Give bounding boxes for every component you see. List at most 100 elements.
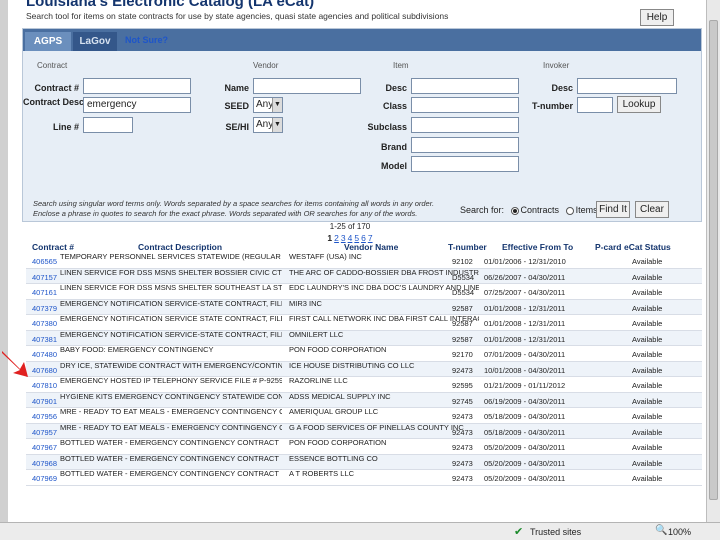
vendor-name: THE ARC OF CADDO-BOSSIER DBA FROST INDUS… (289, 268, 479, 276)
tnumber: D5534 (452, 288, 475, 297)
sehi-select[interactable]: Any ▼ (253, 117, 283, 133)
page-header: Louisiana's Electronic Catalog (LA eCat)… (22, 0, 702, 28)
search-for-label: Search for: (460, 205, 505, 215)
table-row: 407480 BABY FOOD: EMERGENCY CONTINGENCY PO… (26, 346, 702, 362)
contract-number-input[interactable] (83, 78, 191, 94)
contract-description: TEMPORARY PERSONNEL SERVICES STATEWIDE (… (60, 253, 282, 261)
table-row: 407379 EMERGENCY NOTIFICATION SERVICE-STA… (26, 299, 702, 315)
table-row: 407969 BOTTLED WATER - EMERGENCY CONTINGE… (26, 470, 702, 486)
contract-number-link[interactable]: 407957 (32, 428, 57, 437)
tnumber: 92587 (452, 303, 473, 313)
contract-number-link[interactable]: 407380 (32, 319, 57, 328)
effective-range: 06/19/2009 - 04/30/2011 (484, 396, 566, 406)
effective-range: 05/20/2009 - 04/30/2011 (484, 458, 566, 468)
contract-number-link[interactable]: 407969 (32, 474, 57, 483)
item-model-label: Model (381, 161, 407, 171)
contract-number-link[interactable]: 407956 (32, 412, 57, 421)
items-radio[interactable] (565, 206, 574, 215)
ecat-status: Available (632, 381, 663, 390)
contract-number-link[interactable]: 407157 (32, 273, 57, 282)
contract-desc-input[interactable]: emergency (83, 97, 191, 113)
find-it-button[interactable]: Find It (596, 201, 630, 218)
item-brand-input[interactable] (411, 137, 519, 153)
contract-number-link[interactable]: 407480 (32, 350, 57, 359)
item-subclass-label: Subclass (367, 122, 407, 132)
contract-number-link[interactable]: 407381 (32, 335, 57, 344)
table-row: 407157 LINEN SERVICE FOR DSS MSNS SHELTER… (26, 268, 702, 284)
section-label-invoker: Invoker (543, 61, 570, 70)
tab-bar: AGPS LaGov Not Sure? (23, 29, 701, 51)
clear-button[interactable]: Clear (635, 201, 669, 218)
item-subclass-input[interactable] (411, 117, 519, 133)
contract-number-link[interactable]: 407968 (32, 459, 57, 468)
item-desc-input[interactable] (411, 78, 519, 94)
zoom-icon: 🔍 (655, 525, 668, 536)
chevron-down-icon: ▼ (272, 118, 282, 132)
tnumber-label: T-number (531, 101, 573, 111)
effective-range: 01/01/2008 - 12/31/2011 (484, 303, 566, 313)
contract-number-link[interactable]: 407161 (32, 288, 57, 297)
vendor-name: MIR3 INC (289, 299, 322, 307)
table-row: 406565 TEMPORARY PERSONNEL SERVICES STATE… (26, 253, 702, 269)
tab-lagov[interactable]: LaGov (73, 32, 117, 51)
contract-number-link[interactable]: 407379 (32, 304, 57, 313)
tnumber: 92473 (452, 443, 473, 452)
page-title: Louisiana's Electronic Catalog (LA eCat) (26, 0, 315, 10)
ecat-status: Available (632, 334, 663, 344)
contract-description: BABY FOOD: EMERGENCY CONTINGENCY (60, 346, 214, 354)
not-sure-link[interactable]: Not Sure? (125, 35, 168, 45)
contract-number-link[interactable]: 407967 (32, 443, 57, 452)
invoker-desc-input[interactable] (577, 78, 677, 94)
col-ecat-status[interactable]: eCat Status (624, 242, 671, 252)
search-panel: AGPS LaGov Not Sure? Contract Vendor Ite… (22, 28, 702, 222)
ecat-status: Available (632, 303, 663, 313)
line-number-input[interactable] (83, 117, 133, 133)
col-effective[interactable]: Effective From To (502, 242, 573, 252)
contract-number-link[interactable]: 407680 (32, 366, 57, 375)
contract-number-link[interactable]: 407901 (32, 397, 57, 406)
contract-description: LINEN SERVICE FOR DSS MSNS SHELTER SOUTH… (60, 284, 282, 292)
seed-label: SEED (224, 101, 249, 111)
seed-select[interactable]: Any ▼ (253, 97, 283, 113)
effective-range: 01/21/2009 - 01/11/2012 (484, 381, 566, 390)
help-button[interactable]: Help (640, 9, 674, 26)
effective-range: 01/01/2008 - 12/31/2011 (484, 319, 566, 328)
contracts-radio[interactable] (510, 206, 519, 215)
contract-description: MRE - READY TO EAT MEALS - EMERGENCY CON… (60, 423, 282, 431)
page-subtitle: Search tool for items on state contracts… (26, 11, 449, 21)
vendor-name: ADSS MEDICAL SUPPLY INC (289, 392, 391, 400)
item-desc-label: Desc (385, 83, 407, 93)
tnumber: 92473 (452, 412, 473, 421)
col-description[interactable]: Contract Description (138, 242, 222, 252)
vendor-name: EDC LAUNDRY'S INC DBA DOC'S LAUNDRY AND … (289, 284, 479, 292)
contract-number-label: Contract # (34, 83, 79, 93)
tab-agps[interactable]: AGPS (25, 32, 71, 51)
vendor-name: OMNILERT LLC (289, 330, 344, 338)
left-window-edge (0, 0, 8, 540)
col-tnumber[interactable]: T-number (448, 242, 487, 252)
vendor-name-input[interactable] (253, 78, 361, 94)
lookup-button[interactable]: Lookup (617, 96, 661, 113)
zoom-level[interactable]: 100% (668, 527, 691, 537)
col-contract[interactable]: Contract # (32, 242, 74, 252)
effective-range: 01/01/2008 - 12/31/2011 (484, 334, 566, 344)
contract-number-link[interactable]: 407810 (32, 381, 57, 390)
item-brand-label: Brand (380, 142, 407, 152)
tnumber: 92745 (452, 396, 473, 406)
tnumber-input[interactable] (577, 97, 613, 113)
item-model-input[interactable] (411, 156, 519, 172)
item-class-input[interactable] (411, 97, 519, 113)
scrollbar-thumb[interactable] (709, 20, 718, 500)
tnumber: 92473 (452, 365, 473, 375)
tnumber: 92473 (452, 474, 473, 483)
table-row: 407161 LINEN SERVICE FOR DSS MSNS SHELTER… (26, 284, 702, 300)
table-row: 407380 EMERGENCY NOTIFICATION SERVICE STA… (26, 315, 702, 331)
col-vendor[interactable]: Vendor Name (344, 242, 398, 252)
contract-number-link[interactable]: 406565 (32, 257, 57, 266)
table-row: 407901 HYGIENE KITS EMERGENCY CONTINGENCY… (26, 392, 702, 408)
vendor-name: PON FOOD CORPORATION (289, 346, 387, 354)
col-pcard[interactable]: P-card (595, 242, 621, 252)
tnumber: 92473 (452, 427, 473, 437)
vertical-scrollbar[interactable] (706, 0, 720, 522)
tnumber: 92595 (452, 381, 473, 390)
